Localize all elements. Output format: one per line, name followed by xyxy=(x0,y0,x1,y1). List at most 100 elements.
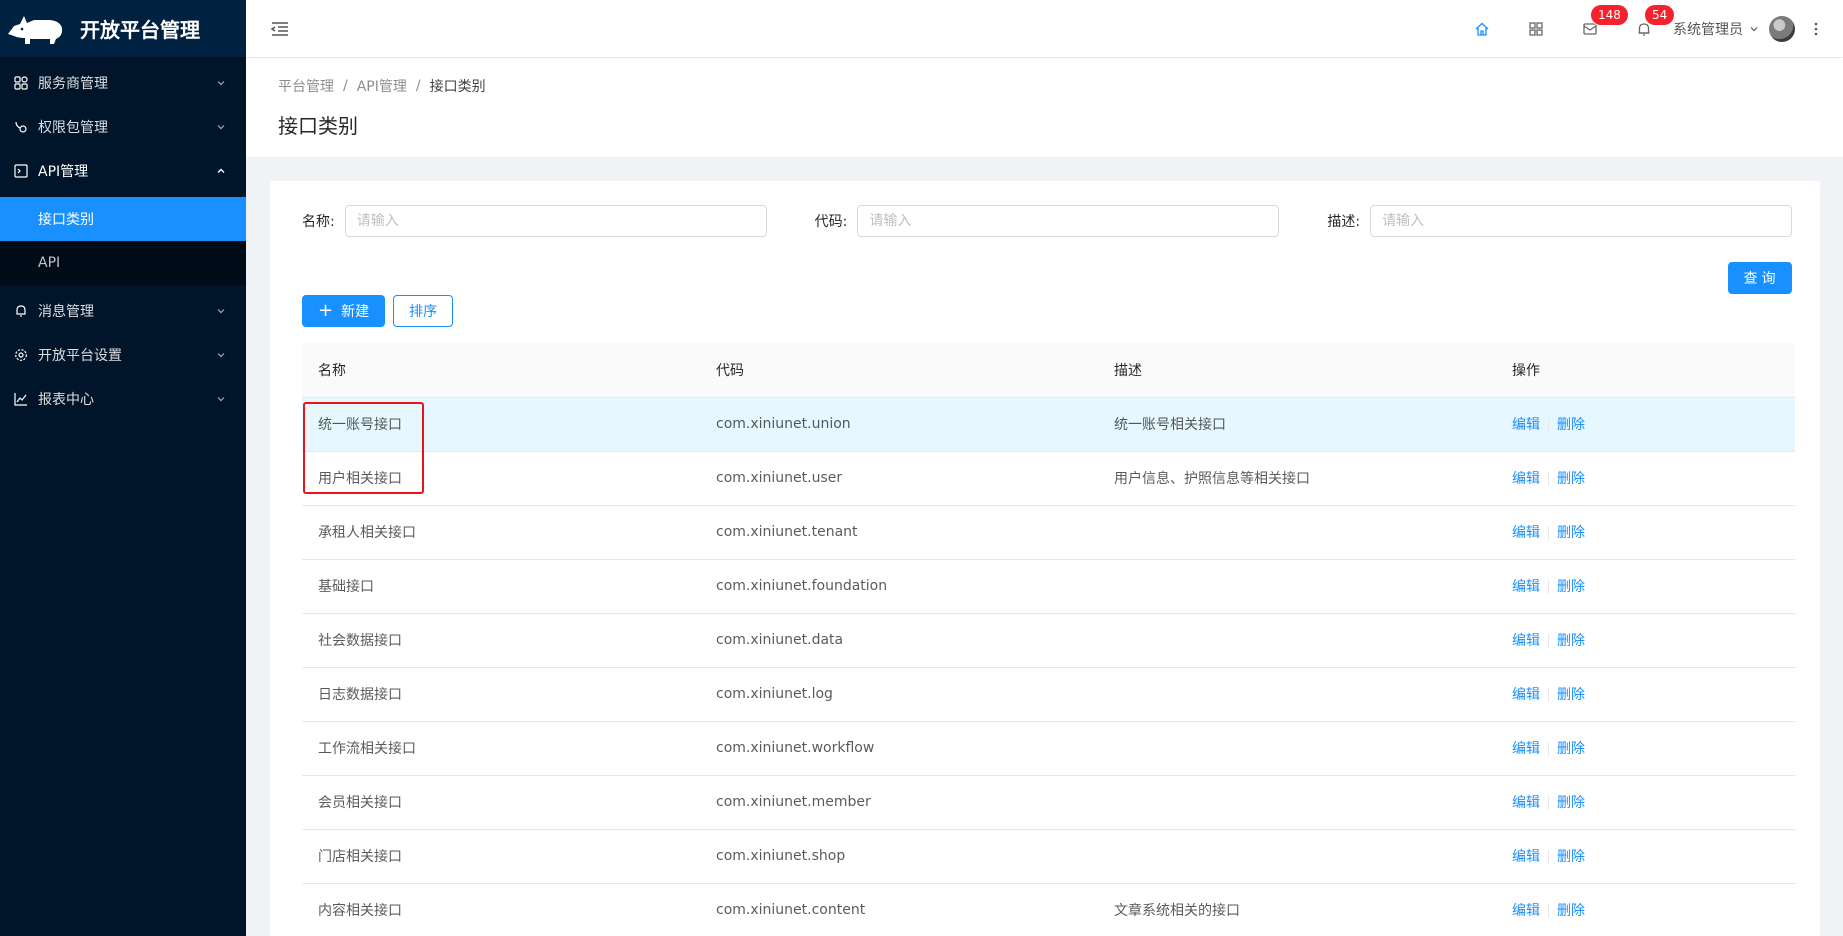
filter-form: 名称: 代码: 描述: xyxy=(302,205,1793,237)
menu-fold-icon[interactable] xyxy=(270,19,290,39)
edit-link[interactable]: 编辑 xyxy=(1512,795,1540,811)
table-row[interactable]: 会员相关接口 com.xiniunet.member 编辑 删除 xyxy=(302,775,1795,830)
delete-link[interactable]: 删除 xyxy=(1557,525,1585,541)
cell-code: com.xiniunet.workflow xyxy=(700,721,1098,776)
action-divider xyxy=(1548,742,1549,756)
apps-grid-icon xyxy=(1529,21,1543,36)
chevron-down-icon xyxy=(1750,26,1758,31)
query-row: 查询 xyxy=(302,262,1792,294)
cell-desc: 统一账号相关接口 xyxy=(1098,397,1496,452)
action-divider xyxy=(1548,526,1549,540)
menu-item-platform-settings[interactable]: 开放平台设置 xyxy=(0,333,246,377)
delete-link[interactable]: 删除 xyxy=(1557,795,1585,811)
menu-item-label: API管理 xyxy=(38,164,89,180)
home-button[interactable] xyxy=(1455,0,1509,57)
app-title: 开放平台管理 xyxy=(80,18,200,42)
edit-link[interactable]: 编辑 xyxy=(1512,903,1540,919)
gear-icon xyxy=(14,348,28,362)
cell-name: 工作流相关接口 xyxy=(302,721,700,776)
table-row[interactable]: 内容相关接口 com.xiniunet.content 文章系统相关的接口 编辑… xyxy=(302,883,1795,936)
cell-name: 承租人相关接口 xyxy=(302,505,700,560)
chevron-down-icon xyxy=(217,397,225,402)
cell-actions: 编辑 删除 xyxy=(1496,883,1795,936)
breadcrumb-item-current: 接口类别 xyxy=(429,79,486,95)
logo[interactable]: 开放平台管理 xyxy=(0,0,246,57)
edit-link[interactable]: 编辑 xyxy=(1512,849,1540,865)
cell-desc xyxy=(1098,667,1496,722)
delete-link[interactable]: 删除 xyxy=(1557,687,1585,703)
delete-link[interactable]: 删除 xyxy=(1557,417,1585,433)
cell-actions: 编辑 删除 xyxy=(1496,451,1795,506)
query-button[interactable]: 查询 xyxy=(1728,262,1792,294)
menu-item-service-provider[interactable]: 服务商管理 xyxy=(0,61,246,105)
edit-link[interactable]: 编辑 xyxy=(1512,525,1540,541)
mail-button[interactable]: 148 xyxy=(1563,0,1628,57)
grid-icon xyxy=(14,76,28,90)
edit-link[interactable]: 编辑 xyxy=(1512,471,1540,487)
menu-item-permission-package[interactable]: 权限包管理 xyxy=(0,105,246,149)
content-card: 名称: 代码: 描述: 查询 + 新建 排序 名称 代码 描述 操作 xyxy=(270,181,1820,936)
cell-actions: 编辑 删除 xyxy=(1496,505,1795,560)
table-row[interactable]: 门店相关接口 com.xiniunet.shop 编辑 删除 xyxy=(302,829,1795,884)
cell-code: com.xiniunet.content xyxy=(700,883,1098,936)
bell-icon xyxy=(14,304,28,318)
menu-item-report-center[interactable]: 报表中心 xyxy=(0,377,246,421)
table-row[interactable]: 用户相关接口 com.xiniunet.user 用户信息、护照信息等相关接口 … xyxy=(302,451,1795,506)
desc-input[interactable] xyxy=(1370,205,1793,237)
column-header-desc: 描述 xyxy=(1098,343,1496,398)
edit-link[interactable]: 编辑 xyxy=(1512,741,1540,757)
cell-code: com.xiniunet.log xyxy=(700,667,1098,722)
cell-name: 基础接口 xyxy=(302,559,700,614)
table-row[interactable]: 承租人相关接口 com.xiniunet.tenant 编辑 删除 xyxy=(302,505,1795,560)
chevron-down-icon xyxy=(217,309,225,314)
delete-link[interactable]: 删除 xyxy=(1557,849,1585,865)
sort-button[interactable]: 排序 xyxy=(393,295,454,327)
menu-item-label: 开放平台设置 xyxy=(38,348,122,364)
notification-button[interactable]: 54 xyxy=(1617,0,1675,57)
delete-link[interactable]: 删除 xyxy=(1557,471,1585,487)
table-row[interactable]: 统一账号接口 com.xiniunet.union 统一账号相关接口 编辑 删除 xyxy=(302,397,1795,452)
edit-link[interactable]: 编辑 xyxy=(1512,579,1540,595)
chevron-down-icon xyxy=(217,353,225,358)
code-input[interactable] xyxy=(857,205,1280,237)
apps-button[interactable] xyxy=(1509,0,1563,57)
edit-link[interactable]: 编辑 xyxy=(1512,633,1540,649)
table-row[interactable]: 工作流相关接口 com.xiniunet.workflow 编辑 删除 xyxy=(302,721,1795,776)
delete-link[interactable]: 删除 xyxy=(1557,741,1585,757)
column-header-name: 名称 xyxy=(302,343,700,398)
menu-item-message[interactable]: 消息管理 xyxy=(0,289,246,333)
action-divider xyxy=(1548,634,1549,648)
breadcrumb: 平台管理 / API管理 / 接口类别 xyxy=(278,76,1819,96)
delete-link[interactable]: 删除 xyxy=(1557,903,1585,919)
sidebar-item-api[interactable]: API xyxy=(0,241,246,285)
api-submenu: 接口类别 API xyxy=(0,197,246,285)
cell-actions: 编辑 删除 xyxy=(1496,559,1795,614)
sidebar-item-interface-category[interactable]: 接口类别 xyxy=(0,197,246,241)
action-divider xyxy=(1548,418,1549,432)
edit-link[interactable]: 编辑 xyxy=(1512,687,1540,703)
name-input[interactable] xyxy=(344,205,767,237)
side-menu: 服务商管理 权限包管理 API管理 接口类别 API 消息管理 开放平台设置 报… xyxy=(0,61,246,421)
plus-icon: + xyxy=(318,300,334,321)
delete-link[interactable]: 删除 xyxy=(1557,579,1585,595)
breadcrumb-item-platform[interactable]: 平台管理 xyxy=(278,76,334,96)
table-row[interactable]: 社会数据接口 com.xiniunet.data 编辑 删除 xyxy=(302,613,1795,668)
more-button[interactable] xyxy=(1803,0,1829,57)
table-row[interactable]: 日志数据接口 com.xiniunet.log 编辑 删除 xyxy=(302,667,1795,722)
delete-link[interactable]: 删除 xyxy=(1557,633,1585,649)
cell-code: com.xiniunet.shop xyxy=(700,829,1098,884)
user-menu[interactable]: 系统管理员 xyxy=(1671,0,1803,57)
edit-link[interactable]: 编辑 xyxy=(1512,417,1540,433)
table-row[interactable]: 基础接口 com.xiniunet.foundation 编辑 删除 xyxy=(302,559,1795,614)
table-header-row: 名称 代码 描述 操作 xyxy=(302,343,1795,398)
page-title: 接口类别 xyxy=(278,114,358,138)
cell-actions: 编辑 删除 xyxy=(1496,829,1795,884)
breadcrumb-item-api[interactable]: API管理 xyxy=(357,76,407,96)
cell-name: 用户相关接口 xyxy=(302,451,700,506)
cell-desc xyxy=(1098,505,1496,560)
action-divider xyxy=(1548,850,1549,864)
api-doc-icon xyxy=(14,164,28,178)
new-button-label: 新建 xyxy=(341,304,370,320)
new-button[interactable]: + 新建 xyxy=(302,295,386,327)
menu-item-api-management[interactable]: API管理 xyxy=(0,149,246,193)
